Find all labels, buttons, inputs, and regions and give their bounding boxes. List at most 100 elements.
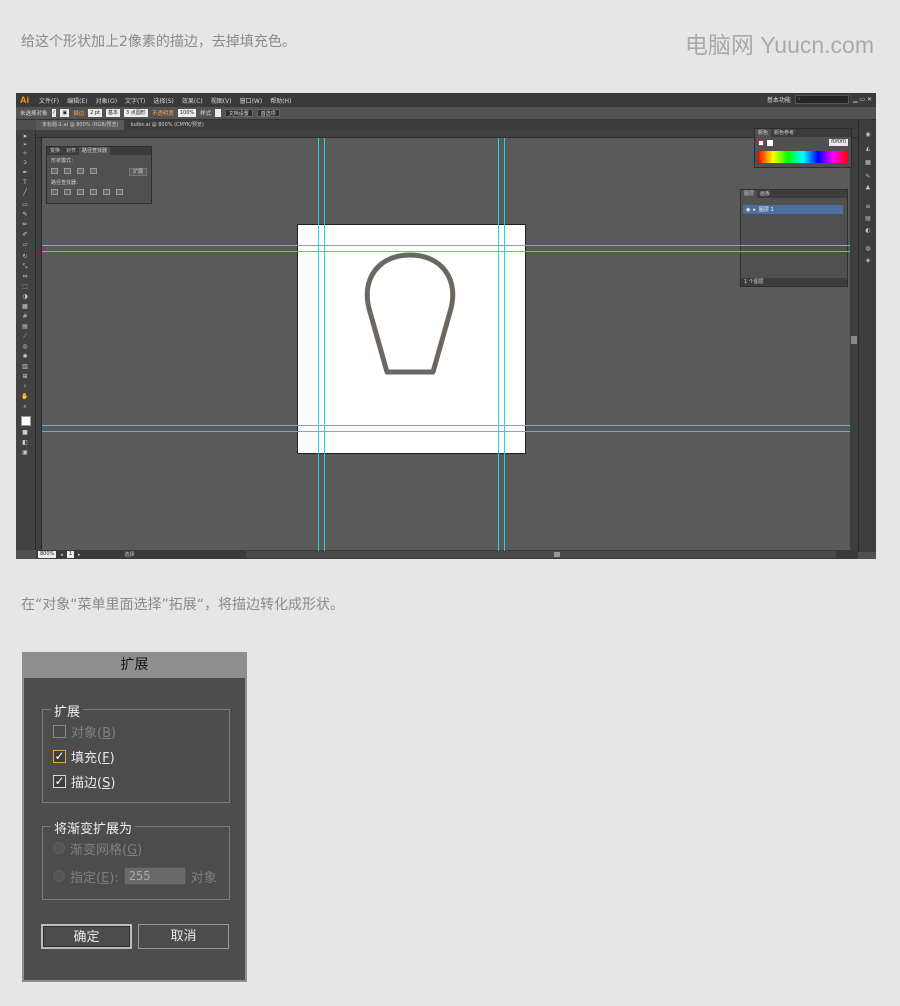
horizontal-scrollbar[interactable] [246, 551, 836, 558]
color-mode-icon[interactable]: ■ [21, 430, 29, 436]
lasso-tool-icon[interactable]: ↄ [21, 160, 29, 166]
minus-back-icon[interactable] [116, 189, 123, 195]
rectangle-tool-icon[interactable]: ▭ [21, 202, 29, 208]
tab-untitled[interactable]: 未标题-1.ai @ 800% (RGB/预览) [36, 120, 125, 130]
tab-artboards[interactable]: 画板 [757, 190, 773, 198]
column-graph-tool-icon[interactable]: ▥ [21, 364, 29, 370]
menu-file[interactable]: 文件(F) [35, 96, 63, 105]
layer-expand-icon[interactable]: ▸ [753, 207, 756, 213]
intersect-icon[interactable] [77, 168, 84, 174]
brush-select[interactable]: 3 点圆形 [124, 109, 148, 117]
eyedropper-tool-icon[interactable]: ⟋ [21, 334, 29, 340]
artboard-nav-next[interactable]: ▸ [78, 552, 81, 558]
pencil-tool-icon[interactable]: ✏ [21, 222, 29, 228]
mesh-tool-icon[interactable]: # [21, 314, 29, 320]
blob-brush-tool-icon[interactable]: ✐ [21, 232, 29, 238]
stroke-weight-field[interactable]: 2 pt [88, 109, 103, 117]
fill-indicator[interactable] [767, 140, 773, 146]
fill-swatch[interactable]: ⁄ [51, 109, 57, 117]
object-checkbox[interactable] [53, 724, 66, 738]
draw-mode-icon[interactable]: ◧ [21, 440, 29, 446]
gradient-mesh-radio[interactable] [53, 842, 65, 854]
pen-tool-icon[interactable]: ✒ [21, 170, 29, 176]
tab-pathfinder[interactable]: 路径查找器 [79, 147, 111, 155]
unite-icon[interactable] [51, 168, 58, 174]
fill-stroke-icon[interactable] [21, 416, 31, 426]
stroke-label[interactable]: 描边 [73, 109, 84, 117]
crop-icon[interactable] [90, 189, 97, 195]
menu-help[interactable]: 帮助(H) [266, 96, 295, 105]
type-tool-icon[interactable]: T [21, 180, 29, 186]
layer-row[interactable]: ◉ ▸ 图层 1 [743, 205, 843, 214]
horizontal-scroll-thumb[interactable] [554, 552, 560, 557]
symbol-sprayer-tool-icon[interactable]: ✺ [21, 354, 29, 360]
tab-align[interactable]: 对齐 [63, 147, 79, 155]
exclude-icon[interactable] [90, 168, 97, 174]
trim-icon[interactable] [64, 189, 71, 195]
menu-object[interactable]: 对象(O) [92, 96, 121, 105]
width-tool-icon[interactable]: ⇔ [21, 274, 29, 280]
slice-tool-icon[interactable]: ⟊ [21, 384, 29, 390]
specify-objects-input[interactable]: 255 [123, 867, 186, 885]
tab-color[interactable]: 颜色 [755, 129, 772, 137]
color-guide-icon[interactable]: ◭ [864, 146, 872, 152]
magic-wand-tool-icon[interactable]: ✧ [21, 151, 29, 157]
status-mode[interactable]: 选择 [125, 551, 135, 558]
free-transform-tool-icon[interactable]: ⬚ [21, 284, 29, 290]
rotate-tool-icon[interactable]: ↻ [21, 254, 29, 260]
menu-effect[interactable]: 效果(C) [178, 96, 207, 105]
document-setup-button[interactable]: 文档设置 [224, 109, 253, 117]
shape-builder-tool-icon[interactable]: ◑ [21, 294, 29, 300]
workspace-switcher[interactable]: 基本功能 [767, 95, 791, 104]
preferences-button[interactable]: 首选项 [256, 109, 280, 117]
menu-view[interactable]: 视图(V) [207, 96, 236, 105]
specify-option[interactable]: 指定(E): 255 对象 [53, 867, 217, 886]
perspective-grid-tool-icon[interactable]: ▦ [21, 304, 29, 310]
line-tool-icon[interactable]: ╱ [21, 190, 29, 196]
eraser-tool-icon[interactable]: ▱ [21, 242, 29, 248]
fill-checkbox[interactable]: ✓ [53, 749, 66, 763]
stroke-checkbox[interactable]: ✓ [53, 774, 66, 788]
tab-color-guide[interactable]: 颜色参考 [771, 129, 797, 137]
gradient-mesh-option[interactable]: 渐变网格(G) [53, 840, 142, 858]
specify-radio[interactable] [53, 870, 65, 882]
transparency-icon[interactable]: ◐ [864, 228, 872, 234]
gradient-tool-icon[interactable]: ▤ [21, 324, 29, 330]
tab-bulbs[interactable]: bulbs.ai @ 800% (CMYK/预览) [124, 120, 209, 130]
stroke-style-select[interactable]: 基本 [106, 109, 121, 117]
artboard[interactable] [297, 224, 526, 454]
paintbrush-tool-icon[interactable]: ✎ [21, 212, 29, 218]
gradient-icon[interactable]: ▤ [864, 216, 872, 222]
merge-icon[interactable] [77, 189, 84, 195]
zoom-field[interactable]: 800% [38, 551, 57, 558]
cancel-button[interactable]: 取消 [138, 924, 229, 949]
swatches-icon[interactable]: ▦ [864, 160, 872, 166]
symbols-icon[interactable]: ♣ [864, 186, 872, 192]
window-controls[interactable]: ▁ ▭ ✕ [853, 96, 872, 103]
appearance-icon[interactable]: ◍ [864, 246, 872, 252]
pathfinder-expand-button[interactable]: 扩展 [128, 168, 147, 176]
selection-tool-icon[interactable]: ➤ [21, 134, 29, 140]
search-input[interactable]: ⌕ [794, 95, 849, 104]
tab-layers[interactable]: 图层 [741, 190, 758, 198]
outline-icon[interactable] [103, 189, 110, 195]
artboard-number[interactable]: 1 [66, 551, 74, 558]
blend-tool-icon[interactable]: ◎ [21, 344, 29, 350]
zoom-tool-icon[interactable]: ⌕ [21, 404, 29, 410]
stroke-indicator[interactable] [758, 140, 764, 146]
style-swatch[interactable] [215, 109, 221, 117]
artboard-tool-icon[interactable]: ⊞ [21, 374, 29, 380]
tab-transform[interactable]: 变换 [47, 147, 63, 155]
stroke-icon[interactable]: ≡ [864, 204, 872, 210]
hex-field[interactable]: f0f0f0 [829, 139, 848, 146]
graphic-styles-icon[interactable]: ◈ [864, 258, 872, 264]
fill-option[interactable]: ✓ 填充(F) [53, 748, 115, 766]
artboard-nav[interactable]: ◂ [60, 552, 63, 558]
stroke-option[interactable]: ✓ 描边(S) [53, 773, 115, 791]
ok-button[interactable]: 确定 [41, 924, 132, 949]
vertical-scroll-thumb[interactable] [851, 336, 857, 344]
stroke-swatch[interactable]: ▣ [60, 109, 70, 117]
menu-type[interactable]: 文字(T) [121, 96, 149, 105]
object-option[interactable]: 对象(B) [53, 723, 116, 741]
divide-icon[interactable] [51, 189, 58, 195]
